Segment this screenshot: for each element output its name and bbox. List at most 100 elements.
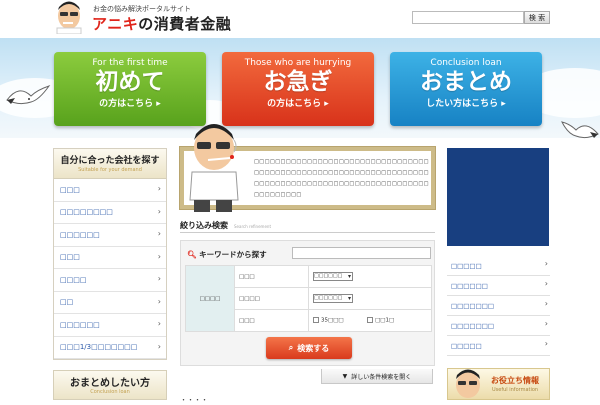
right-item-label: □□□□□ <box>451 341 482 350</box>
right-item-label: □□□□□□ <box>451 281 488 290</box>
sidebar-item[interactable]: □□□□□□ › <box>54 314 166 337</box>
search-icon: ⌕ <box>288 343 294 352</box>
sidebar-item-label: □□□ <box>60 253 80 262</box>
hurry-sub: の方はこちら ▸ <box>267 99 329 109</box>
sidebar-item-label: □□□□□□ <box>60 320 100 329</box>
sidebar-item-label: □□□1/3□□□□□□□ <box>60 343 138 352</box>
logo-rest: の消費者金融 <box>138 15 232 33</box>
checkbox-label: □□1□ <box>375 317 395 324</box>
search-icon: 🔍︎ <box>187 250 197 259</box>
filter-row-label: □□□ <box>234 309 309 332</box>
filter-table: □□□□ □□□ □□□□□□ ▾ □□□□ □□□□□□ ▾ □□□ 35□□□ … <box>185 265 432 332</box>
sidebar-item-label: □□□□ <box>60 275 87 284</box>
chevron-right-icon: › <box>157 341 161 351</box>
chevron-right-icon: › <box>544 299 548 308</box>
section-heading-partial: ・・・・ <box>180 396 208 404</box>
right-item-label: □□□□□□□ <box>451 321 494 330</box>
keyword-input[interactable] <box>292 247 431 259</box>
first-time-sub: の方はこちら ▸ <box>99 99 161 109</box>
filter-select[interactable]: □□□□□□ ▾ <box>313 294 353 303</box>
sidebar-item-label: □□□ <box>60 185 80 194</box>
filter-heading-sub: Search refinement <box>234 224 272 229</box>
checkbox[interactable] <box>367 317 374 324</box>
filter-select[interactable]: □□□□□□ ▾ <box>313 272 353 281</box>
hurry-en: Those who are hurrying <box>244 58 352 68</box>
conclusion-loan-button[interactable]: Conclusion loan おまとめ したい方はこちら ▸ <box>390 52 542 126</box>
hurry-button[interactable]: Those who are hurrying お急ぎ の方はこちら ▸ <box>222 52 374 126</box>
right-list-item[interactable]: □□□□□□ › <box>447 276 550 296</box>
sidebar-item[interactable]: □□□1/3□□□□□□□ › <box>54 337 166 359</box>
chevron-right-icon: › <box>544 279 548 288</box>
search-submit-button[interactable]: ⌕ 検索する <box>266 337 352 359</box>
ad-banner[interactable] <box>447 148 549 246</box>
first-time-jp: 初めて <box>95 69 165 95</box>
conclusion-jp: おまとめ <box>420 69 512 95</box>
right-list-item[interactable]: □□□□□ › <box>447 256 550 276</box>
keyword-label-text: キーワードから探す <box>199 250 267 259</box>
sidebar-item[interactable]: □□□□□□ › <box>54 224 166 247</box>
company-finder-sidebar: 自分に合った会社を探す Suitable for your demand □□□… <box>53 148 167 360</box>
useful-title: お役立ち情報 <box>491 376 539 385</box>
search-button[interactable]: 検 索 <box>524 11 550 24</box>
filter-row-value: □□□□□□ ▾ <box>308 265 432 288</box>
sidebar2-subtitle: Conclusion loan <box>90 389 130 395</box>
filter-row-label: □□□□ <box>234 287 309 310</box>
sidebar-item-label: □□□□□□□□ <box>60 208 113 217</box>
chevron-down-icon: ▾ <box>347 273 351 280</box>
right-list-item[interactable]: □□□□□□□ › <box>447 316 550 336</box>
chevron-right-icon: › <box>544 319 548 328</box>
search-input[interactable] <box>412 11 524 24</box>
filter-heading-text: 絞り込み検索 <box>180 221 228 230</box>
chevron-down-icon: ▼ <box>342 372 348 380</box>
filter-panel: 🔍︎ キーワードから探す □□□□ □□□ □□□□□□ ▾ □□□□ □□□□□… <box>180 240 435 366</box>
chevron-right-icon: › <box>157 251 161 261</box>
filter-select-value: □□□□□□ <box>314 295 343 301</box>
chevron-right-icon: › <box>157 229 161 238</box>
logo-accent: アニキ <box>92 15 139 33</box>
mascot-logo-icon[interactable] <box>55 0 83 34</box>
right-item-label: □□□□□□□ <box>451 301 494 310</box>
sidebar-item-label: □□□□□□ <box>60 230 100 239</box>
conclusion-sub: したい方はこちら ▸ <box>426 99 506 109</box>
hurry-jp: お急ぎ <box>263 69 333 95</box>
checkbox[interactable] <box>313 317 319 324</box>
first-time-button[interactable]: For the first time 初めて の方はこちら ▸ <box>54 52 206 126</box>
right-link-list: □□□□□ › □□□□□□ › □□□□□□□ › □□□□□□□ › □□□□□ › <box>447 256 550 356</box>
sidebar2-title: おまとめしたい方 <box>70 378 150 389</box>
conclusion-loan-sidebar[interactable]: おまとめしたい方 Conclusion loan <box>53 370 167 400</box>
divider <box>180 232 435 233</box>
useful-subtitle: Useful information <box>492 387 539 393</box>
chevron-right-icon: › <box>157 206 161 216</box>
sidebar-subtitle: Suitable for your demand <box>78 167 142 173</box>
chevron-down-icon: ▾ <box>347 295 351 302</box>
sidebar-item[interactable]: □□□ › <box>54 179 166 202</box>
advanced-search-toggle[interactable]: ▼ 詳しい条件検索を開く <box>321 369 433 384</box>
sidebar-item[interactable]: □□□□□□□□ › <box>54 202 166 224</box>
filter-row-value: 35□□□ □□1□ <box>308 309 432 332</box>
seagull-icon <box>561 121 599 139</box>
filter-row-label: □□□ <box>234 265 309 288</box>
mascot-smoking-icon <box>189 124 239 212</box>
sidebar-title-box: 自分に合った会社を探す Suitable for your demand <box>54 149 166 179</box>
chevron-right-icon: › <box>157 296 161 306</box>
filter-select-value: □□□□□□ <box>314 273 343 279</box>
header: お金の悩み解決ポータルサイト アニキの消費者金融 検 索 <box>0 0 600 38</box>
sidebar-item[interactable]: □□□□ › <box>54 269 166 292</box>
sidebar-item[interactable]: □□□ › <box>54 247 166 269</box>
right-list-item[interactable]: □□□□□□□ › <box>447 296 550 316</box>
filter-row-value: □□□□□□ ▾ <box>308 287 432 310</box>
useful-info-banner[interactable]: お役立ち情報 Useful information <box>447 368 550 400</box>
filter-category: □□□□ <box>185 265 235 332</box>
chevron-right-icon: › <box>157 184 161 193</box>
sidebar-item[interactable]: □□ › <box>54 292 166 314</box>
site-logo[interactable]: アニキの消費者金融 <box>92 13 231 34</box>
right-list-item[interactable]: □□□□□ › <box>447 336 550 356</box>
search-submit-label: 検索する <box>297 343 330 353</box>
checkbox-label: 35□□□ <box>321 317 344 324</box>
chevron-right-icon: › <box>544 339 548 348</box>
mascot-icon <box>456 369 480 398</box>
conclusion-en: Conclusion loan <box>430 58 502 68</box>
sidebar-item-label: □□ <box>60 298 74 307</box>
seagull-icon <box>6 85 51 105</box>
right-item-label: □□□□□ <box>451 261 482 270</box>
